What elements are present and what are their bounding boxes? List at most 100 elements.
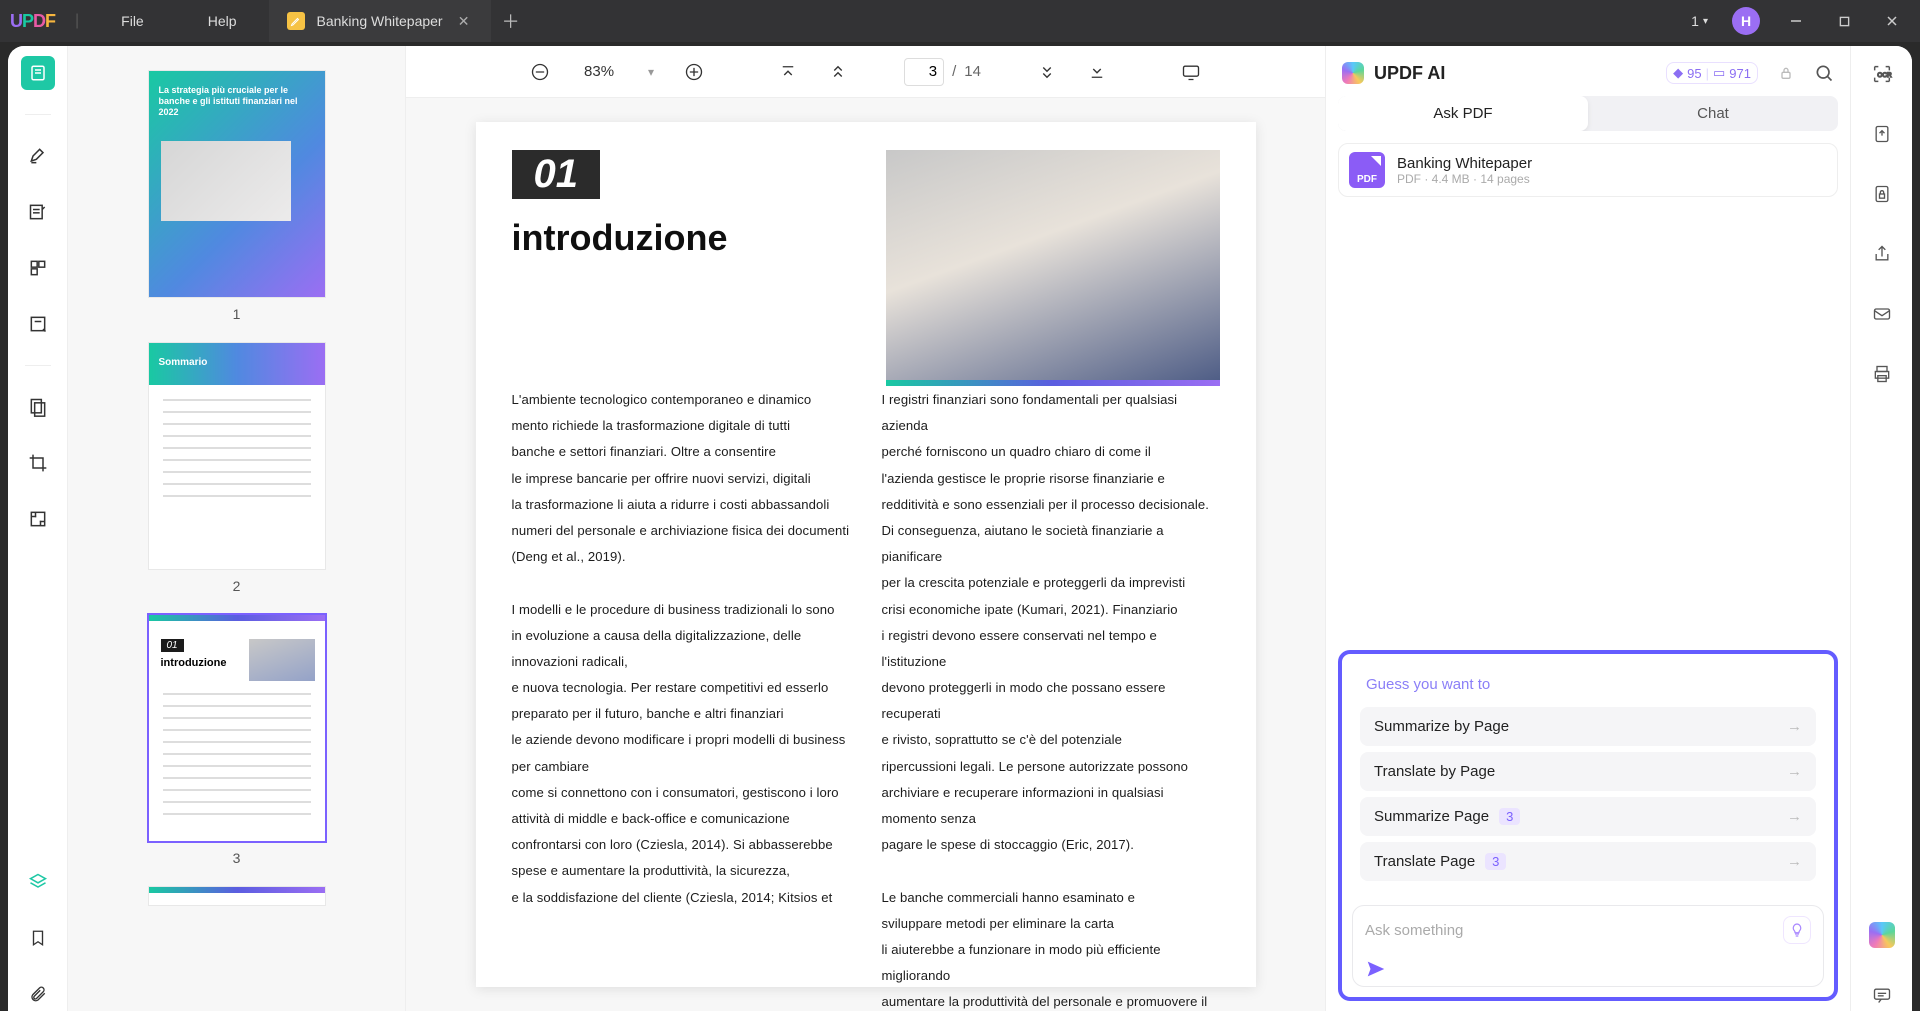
- prev-page-button[interactable]: [820, 54, 856, 90]
- suggest-translate-by-page[interactable]: Translate by Page→: [1360, 752, 1816, 791]
- ai-suggestions: Guess you want to Summarize by Page→ Tra…: [1352, 664, 1824, 895]
- search-icon[interactable]: [1814, 63, 1834, 83]
- share-tool[interactable]: [1866, 238, 1898, 270]
- layers-tool[interactable]: [21, 865, 55, 899]
- maximize-button[interactable]: [1822, 0, 1866, 42]
- present-button[interactable]: [1173, 54, 1209, 90]
- tab-chat[interactable]: Chat: [1588, 96, 1838, 131]
- updf-ai-logo-icon: [1342, 62, 1364, 84]
- tab-title: Banking Whitepaper: [317, 13, 443, 29]
- lightbulb-icon[interactable]: [1783, 916, 1811, 944]
- ai-input-placeholder: Ask something: [1365, 922, 1783, 939]
- document-area: 83% ▾ / 14: [406, 46, 1325, 1011]
- page-input[interactable]: [904, 58, 944, 86]
- ocr-tool[interactable]: OCR: [1866, 58, 1898, 90]
- text-edit-tool[interactable]: [21, 195, 55, 229]
- reader-tool[interactable]: [21, 56, 55, 90]
- ai-mini-button[interactable]: [1866, 919, 1898, 951]
- menu-file[interactable]: File: [89, 13, 176, 29]
- print-tool[interactable]: [1866, 358, 1898, 390]
- page-column-2: I registri finanziari sono fondamentali …: [882, 387, 1220, 1011]
- arrow-right-icon: →: [1787, 718, 1802, 735]
- last-page-button[interactable]: [1079, 54, 1115, 90]
- suggest-summarize-page[interactable]: Summarize Page3→: [1360, 797, 1816, 836]
- document-viewport[interactable]: 01 introduzione L'ambiente tecnologico c…: [406, 98, 1325, 1011]
- bookmark-tool[interactable]: [21, 921, 55, 955]
- zoom-level[interactable]: 83%: [572, 63, 626, 80]
- page-organize-tool[interactable]: [21, 251, 55, 285]
- hero-image: [886, 150, 1220, 386]
- crop-tool[interactable]: [21, 446, 55, 480]
- arrow-right-icon: →: [1787, 763, 1802, 780]
- highlighter-tool[interactable]: [21, 139, 55, 173]
- send-button[interactable]: [1365, 944, 1811, 980]
- next-page-button[interactable]: [1029, 54, 1065, 90]
- window-index[interactable]: 1▾: [1681, 13, 1718, 29]
- close-window-button[interactable]: [1870, 0, 1914, 42]
- menu-help[interactable]: Help: [176, 13, 269, 29]
- attachment-tool[interactable]: [21, 977, 55, 1011]
- page-column-1: L'ambiente tecnologico contemporaneo e d…: [512, 387, 850, 1011]
- thumb-2-title: Sommario: [159, 357, 208, 368]
- thumbnail-4[interactable]: [148, 886, 326, 906]
- thumb-2-number: 2: [233, 578, 241, 594]
- export-tool[interactable]: [1866, 118, 1898, 150]
- app-logo: UPDF: [0, 11, 65, 32]
- suggest-translate-page[interactable]: Translate Page3→: [1360, 842, 1816, 881]
- compress-tool[interactable]: [21, 502, 55, 536]
- first-page-button[interactable]: [770, 54, 806, 90]
- gem-icon: ◆: [1673, 65, 1683, 81]
- suggest-summarize-by-page[interactable]: Summarize by Page→: [1360, 707, 1816, 746]
- thumb-1-image: [161, 141, 291, 221]
- ai-credits-badge[interactable]: ◆95 | ▭971: [1666, 62, 1758, 84]
- form-tool[interactable]: [21, 307, 55, 341]
- zoom-out-button[interactable]: [522, 54, 558, 90]
- page-badge: 3: [1499, 808, 1520, 825]
- tab-ask-pdf[interactable]: Ask PDF: [1338, 96, 1588, 131]
- document-tab[interactable]: Banking Whitepaper ✕: [269, 0, 491, 42]
- email-tool[interactable]: [1866, 298, 1898, 330]
- ai-panel: UPDF AI ◆95 | ▭971 Ask PDF Chat PDF: [1325, 46, 1850, 1011]
- arrow-right-icon: →: [1787, 808, 1802, 825]
- ai-doc-meta: PDF · 4.4 MB · 14 pages: [1397, 172, 1532, 186]
- ai-input-box[interactable]: Ask something: [1352, 905, 1824, 987]
- redact-tool[interactable]: [21, 390, 55, 424]
- pencil-icon: [287, 12, 305, 30]
- lock-icon[interactable]: [1778, 65, 1794, 81]
- ai-tabs: Ask PDF Chat: [1338, 96, 1838, 131]
- hero-gradient-bar: [886, 380, 1220, 386]
- chevron-down-icon: ▾: [1703, 16, 1708, 27]
- thumbnail-2[interactable]: Sommario: [148, 342, 326, 570]
- document-page: 01 introduzione L'ambiente tecnologico c…: [476, 122, 1256, 987]
- left-tool-rail: [8, 46, 68, 1011]
- page-number-badge: 01: [512, 150, 601, 199]
- ai-doc-title: Banking Whitepaper: [1397, 155, 1532, 172]
- page-badge: 3: [1485, 853, 1506, 870]
- minimize-button[interactable]: [1774, 0, 1818, 42]
- thumb-3-image: [249, 639, 315, 681]
- ai-panel-title: UPDF AI: [1374, 63, 1656, 84]
- ai-document-card[interactable]: PDF Banking Whitepaper PDF · 4.4 MB · 14…: [1338, 143, 1838, 197]
- new-tab-button[interactable]: ＋: [491, 8, 531, 34]
- thumbnail-3[interactable]: 01 introduzione: [148, 614, 326, 842]
- thumb-3-badge: 01: [161, 639, 184, 652]
- protect-tool[interactable]: [1866, 178, 1898, 210]
- document-toolbar: 83% ▾ / 14: [406, 46, 1325, 98]
- comment-tool[interactable]: [1866, 979, 1898, 1011]
- svg-text:OCR: OCR: [1877, 72, 1892, 79]
- page-sep: /: [952, 63, 956, 80]
- right-tool-rail: OCR: [1850, 46, 1912, 1011]
- chat-icon: ▭: [1713, 65, 1725, 81]
- thumb-3-heading: introduzione: [161, 657, 227, 669]
- avatar[interactable]: H: [1732, 7, 1760, 35]
- ai-logo-icon: [1869, 922, 1895, 948]
- zoom-in-button[interactable]: [676, 54, 712, 90]
- thumbnail-1[interactable]: La strategia più cruciale per le banche …: [148, 70, 326, 298]
- page-total: 14: [964, 63, 981, 80]
- thumb-1-number: 1: [233, 306, 241, 322]
- zoom-dropdown[interactable]: ▾: [640, 65, 662, 79]
- titlebar: UPDF | File Help Banking Whitepaper ✕ ＋ …: [0, 0, 1920, 42]
- thumb-1-title: La strategia più cruciale per le banche …: [159, 85, 315, 117]
- arrow-right-icon: →: [1787, 853, 1802, 870]
- close-icon[interactable]: ✕: [455, 13, 473, 30]
